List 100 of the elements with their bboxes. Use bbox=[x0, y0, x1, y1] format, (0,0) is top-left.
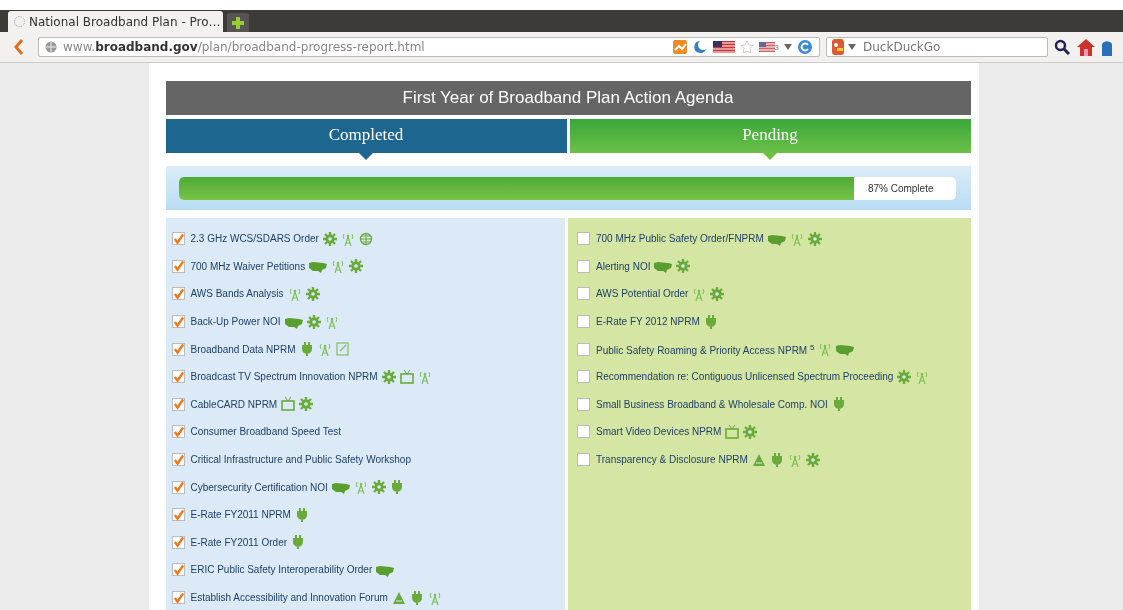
checkbox[interactable] bbox=[577, 370, 590, 384]
antenna-icon bbox=[287, 287, 302, 301]
checkbox[interactable] bbox=[577, 232, 590, 246]
plug-icon bbox=[291, 535, 306, 550]
caret-icon[interactable] bbox=[784, 44, 792, 50]
item-label: Smart Video Devices NPRM bbox=[596, 426, 722, 438]
item-label: Critical Infrastructure and Public Safety Workshop bbox=[190, 454, 411, 466]
item-label: 700 MHz Public Safety Order/FNPRM bbox=[596, 233, 764, 245]
note-icon bbox=[335, 342, 350, 357]
map-icon bbox=[331, 480, 350, 495]
antenna-icon bbox=[324, 314, 339, 329]
agenda-title: First Year of Broadband Plan Action Agenda bbox=[165, 81, 971, 115]
tv-icon bbox=[281, 397, 296, 412]
checkbox[interactable] bbox=[171, 342, 185, 356]
checkbox[interactable] bbox=[171, 287, 185, 301]
antenna-icon bbox=[353, 480, 368, 495]
plug-icon bbox=[409, 590, 424, 605]
back-icon[interactable] bbox=[14, 39, 24, 55]
item-label: Recommendation re: Contiguous Unlicensed Spectrum Proceeding bbox=[596, 371, 894, 383]
item-label: E-Rate FY2011 Order bbox=[190, 536, 288, 548]
checkbox[interactable] bbox=[171, 508, 185, 522]
item-label: CableCARD NPRM bbox=[190, 398, 278, 410]
triangle-icon bbox=[751, 452, 766, 467]
search-icon[interactable] bbox=[1054, 39, 1070, 55]
triangle-icon bbox=[391, 590, 406, 605]
tab-title: National Broadband Plan - Pro… bbox=[29, 14, 221, 29]
gear-icon bbox=[305, 287, 320, 301]
globe-icon bbox=[45, 41, 57, 53]
reload-icon[interactable] bbox=[797, 39, 813, 55]
checkbox[interactable] bbox=[171, 453, 185, 467]
plug-icon bbox=[294, 507, 309, 522]
column-heading: Pending bbox=[742, 125, 798, 144]
antenna-icon bbox=[789, 231, 804, 246]
item-label: E-Rate FY 2012 NPRM bbox=[596, 316, 700, 328]
star-icon[interactable] bbox=[739, 40, 754, 54]
tv-icon bbox=[399, 369, 414, 384]
gear-icon bbox=[349, 259, 364, 274]
antenna-icon bbox=[692, 287, 707, 301]
plus-icon bbox=[231, 15, 245, 30]
plug-icon bbox=[299, 342, 314, 357]
checkbox[interactable] bbox=[577, 259, 590, 273]
item-label: Back-Up Power NOI bbox=[190, 316, 281, 328]
address-bar[interactable]: www.broadband.gov/plan/broadband-progress-report.html 3 bbox=[38, 37, 820, 57]
chart-icon[interactable] bbox=[672, 40, 687, 54]
checkbox[interactable] bbox=[577, 342, 590, 356]
tv-icon bbox=[725, 424, 740, 439]
antenna-icon bbox=[427, 590, 442, 605]
checkbox[interactable] bbox=[577, 315, 590, 329]
item-label: Small Business Broadband & Wholesale Comp. NOI bbox=[596, 398, 828, 410]
checkbox[interactable] bbox=[171, 315, 185, 329]
search-field[interactable]: DuckDuckGo bbox=[826, 37, 1048, 57]
plug-icon bbox=[769, 452, 784, 467]
item-label: E-Rate FY2011 NPRM bbox=[190, 509, 291, 521]
progress-label: 87% Complete bbox=[867, 182, 934, 194]
search-input[interactable]: DuckDuckGo bbox=[859, 40, 1039, 54]
checkbox[interactable] bbox=[171, 591, 185, 604]
antenna-icon bbox=[818, 342, 833, 357]
checkbox[interactable] bbox=[171, 425, 185, 439]
map-icon bbox=[654, 259, 673, 274]
item-label: AWS Bands Analysis bbox=[190, 288, 284, 300]
checkbox[interactable] bbox=[171, 535, 185, 549]
column-heading: Completed bbox=[328, 125, 404, 144]
map-icon bbox=[836, 342, 855, 357]
checkbox[interactable] bbox=[577, 425, 590, 439]
browser-tab[interactable]: National Broadband Plan - Pro… bbox=[8, 11, 223, 32]
checkbox[interactable] bbox=[171, 397, 185, 411]
home-icon[interactable] bbox=[1076, 38, 1096, 56]
checkbox[interactable] bbox=[171, 232, 185, 246]
item-label: AWS Potential Order bbox=[596, 288, 689, 300]
checkbox[interactable] bbox=[171, 370, 185, 384]
checkbox[interactable] bbox=[171, 563, 185, 577]
antenna-icon bbox=[331, 259, 346, 274]
moon-icon[interactable] bbox=[691, 40, 708, 54]
item-label: ERIC Public Safety Interoperability Order bbox=[190, 564, 373, 576]
checkbox[interactable] bbox=[577, 397, 590, 411]
flag-icon[interactable] bbox=[712, 41, 735, 53]
gear-icon bbox=[299, 397, 314, 412]
gear-icon bbox=[322, 231, 337, 246]
item-label: Broadband Data NPRM bbox=[190, 343, 296, 355]
plug-icon bbox=[389, 480, 404, 495]
checkbox[interactable] bbox=[171, 480, 185, 494]
new-tab-button[interactable] bbox=[227, 13, 249, 32]
gear-icon bbox=[710, 287, 725, 301]
gear-icon bbox=[805, 452, 820, 467]
gear-icon bbox=[371, 480, 386, 495]
plug-icon bbox=[703, 314, 718, 329]
antenna-icon bbox=[417, 369, 432, 384]
checkbox[interactable] bbox=[577, 453, 590, 467]
antenna-icon bbox=[915, 369, 930, 384]
map-icon bbox=[309, 259, 328, 274]
item-label: Alerting NOI bbox=[596, 260, 651, 272]
caret-icon[interactable] bbox=[848, 44, 856, 50]
gear-icon bbox=[743, 424, 758, 439]
url-text: www.broadband.gov/plan/broadband-progress-report.html bbox=[63, 40, 426, 54]
checkbox[interactable] bbox=[171, 259, 185, 273]
gear-icon bbox=[381, 369, 396, 384]
item-label: Transparency & Disclosure NPRM bbox=[596, 454, 748, 466]
checkbox[interactable] bbox=[577, 287, 590, 301]
item-label: 700 MHz Waiver Petitions bbox=[190, 260, 306, 272]
antenna-icon bbox=[787, 452, 802, 467]
